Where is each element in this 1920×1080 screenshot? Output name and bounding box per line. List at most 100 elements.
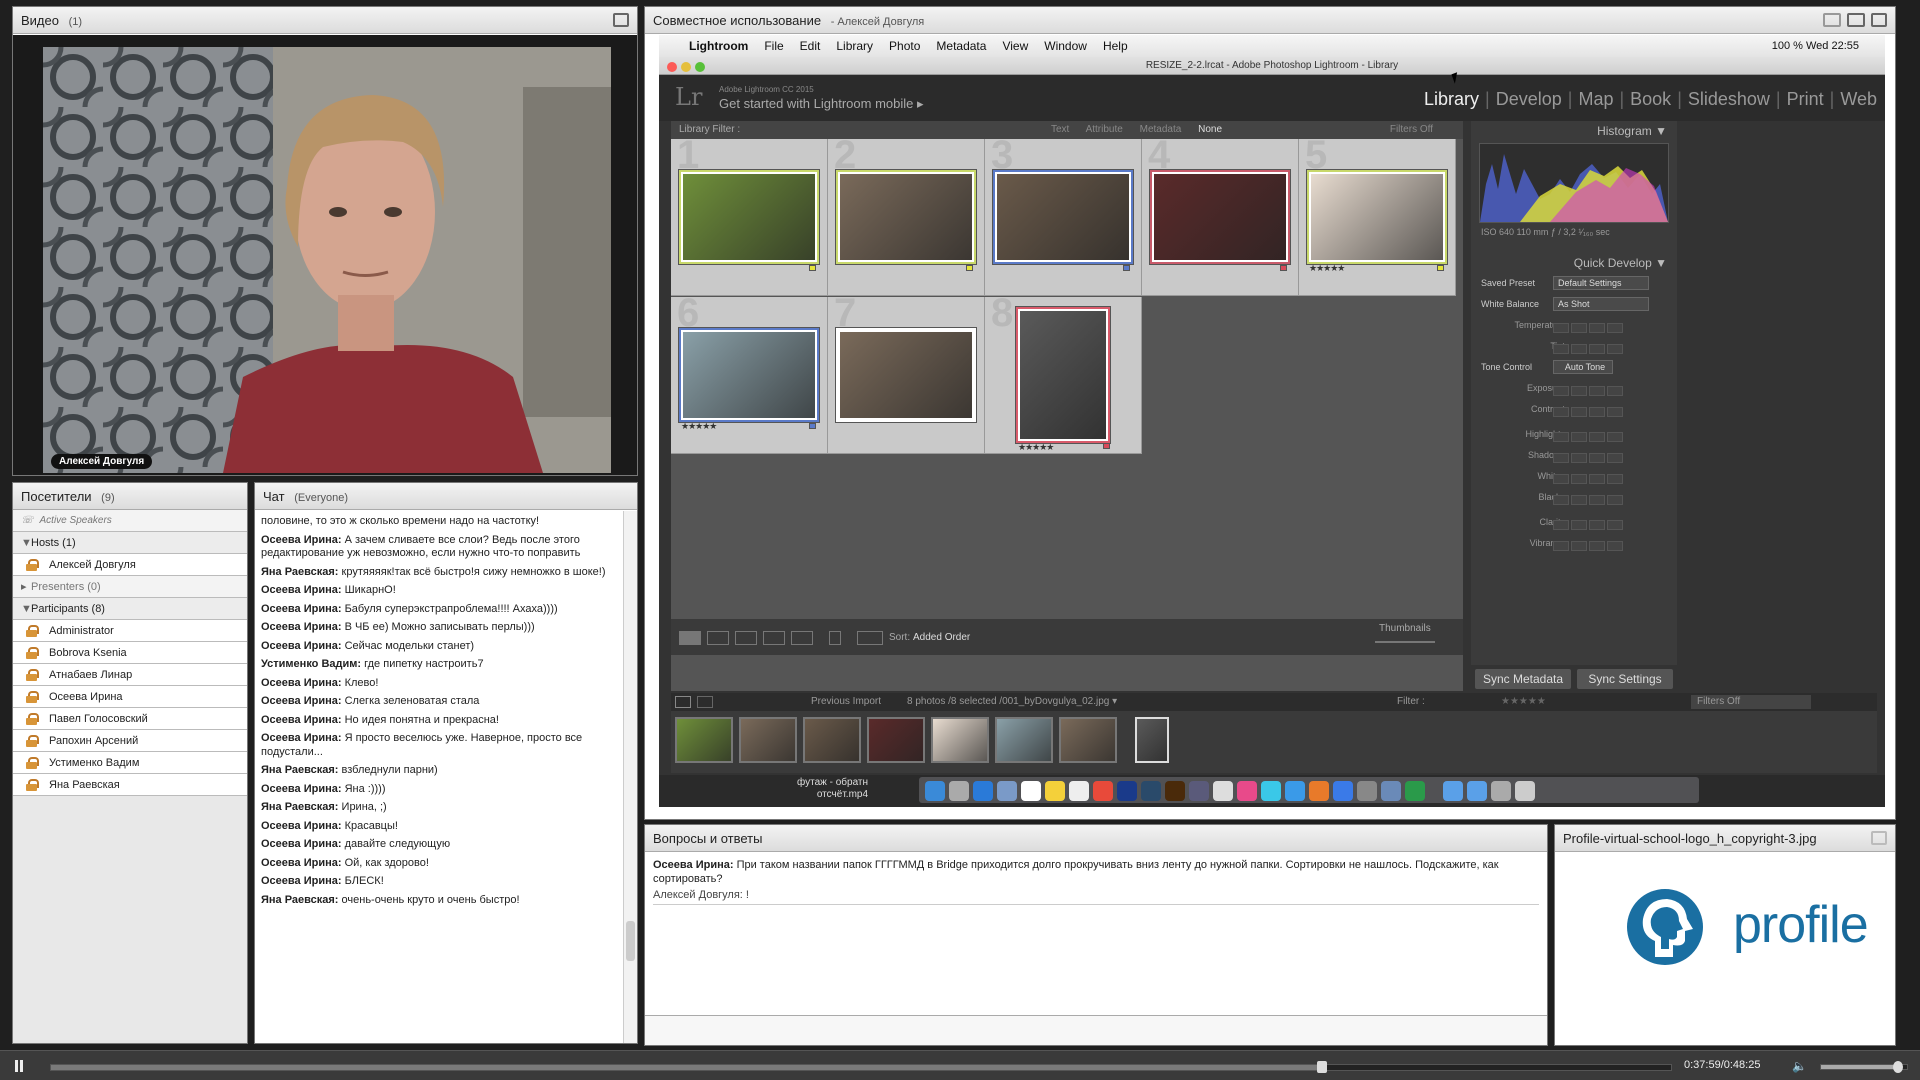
- grid-cell[interactable]: 4: [1142, 139, 1299, 296]
- module-map[interactable]: Map: [1578, 89, 1613, 109]
- participant-row[interactable]: Павел Голосовский: [13, 708, 247, 730]
- dock-folder-icon[interactable]: [1491, 781, 1511, 801]
- dock-app-icon[interactable]: [1213, 781, 1233, 801]
- sync-metadata-button[interactable]: Sync Metadata: [1475, 669, 1571, 689]
- quick-develop-header[interactable]: Quick Develop ▼: [1471, 253, 1677, 273]
- dock-app-icon[interactable]: [925, 781, 945, 801]
- filmstrip-thumbnail[interactable]: [1059, 717, 1117, 763]
- fullscreen-icon[interactable]: [613, 13, 629, 27]
- grid-view-icon[interactable]: [679, 631, 701, 645]
- qa-question[interactable]: Осеева Ирина: При таком названии папок Г…: [653, 858, 1539, 886]
- dock-app-icon[interactable]: [1093, 781, 1113, 801]
- close-dot-icon[interactable]: [667, 62, 677, 72]
- scroll-thumb[interactable]: [626, 921, 635, 961]
- progress-track[interactable]: [50, 1061, 1672, 1073]
- grid-cell[interactable]: 3: [985, 139, 1142, 296]
- sync-settings-button[interactable]: Sync Settings: [1577, 669, 1673, 689]
- filter-none[interactable]: None: [1198, 124, 1222, 135]
- dock-app-icon[interactable]: [1381, 781, 1401, 801]
- dock-app-icon[interactable]: [1261, 781, 1281, 801]
- presenters-section[interactable]: ▸ Presenters (0): [13, 576, 247, 598]
- tone-buttons[interactable]: [1553, 492, 1625, 513]
- module-develop[interactable]: Develop: [1496, 89, 1562, 109]
- dock-app-icon[interactable]: [1333, 781, 1353, 801]
- photo-thumbnail[interactable]: [1152, 172, 1288, 262]
- participant-row[interactable]: Яна Раевская: [13, 774, 247, 796]
- star-rating[interactable]: ★★★★★: [1309, 263, 1345, 274]
- photo-thumbnail[interactable]: [681, 172, 817, 262]
- filters-off[interactable]: Filters Off: [1390, 121, 1433, 139]
- progress-knob[interactable]: [1316, 1061, 1327, 1073]
- fullscreen-icon[interactable]: [1871, 831, 1887, 845]
- loupe-view-icon[interactable]: [707, 631, 729, 645]
- color-label-icon[interactable]: [1280, 265, 1287, 271]
- volume-knob[interactable]: [1893, 1061, 1904, 1073]
- photo-thumbnail[interactable]: [995, 172, 1131, 262]
- module-book[interactable]: Book: [1630, 89, 1671, 109]
- module-slideshow[interactable]: Slideshow: [1688, 89, 1770, 109]
- dock-app-icon[interactable]: [1117, 781, 1137, 801]
- tone-buttons[interactable]: [1553, 538, 1625, 559]
- menu-view[interactable]: View: [1002, 39, 1028, 53]
- film-star-filter[interactable]: ★★★★★: [1501, 693, 1546, 711]
- volume-icon[interactable]: 🔈: [1792, 1059, 1807, 1073]
- hosts-section[interactable]: ▼Hosts (1): [13, 532, 247, 554]
- dock-folder-icon[interactable]: [1467, 781, 1487, 801]
- grid-cell[interactable]: 7: [828, 297, 985, 454]
- star-rating[interactable]: ★★★★★: [1018, 442, 1054, 453]
- dock-app-icon[interactable]: [1045, 781, 1065, 801]
- participants-section[interactable]: ▼Participants (8): [13, 598, 247, 620]
- menu-file[interactable]: File: [764, 39, 783, 53]
- layout-icon[interactable]: [1847, 13, 1865, 27]
- color-label-icon[interactable]: [966, 265, 973, 271]
- filmstrip-thumbnail[interactable]: [803, 717, 861, 763]
- menu-library[interactable]: Library: [836, 39, 873, 53]
- lr-mobile-link[interactable]: Get started with Lightroom mobile ▸: [719, 96, 924, 112]
- dock-app-icon[interactable]: [1285, 781, 1305, 801]
- star-rating[interactable]: ★★★★★: [681, 421, 717, 432]
- thumbnail-size-slider[interactable]: [1375, 641, 1435, 643]
- grid-cell[interactable]: 6 ★★★★★: [671, 297, 828, 454]
- dock-app-icon[interactable]: [1141, 781, 1161, 801]
- module-library[interactable]: Library: [1424, 89, 1479, 109]
- tone-buttons[interactable]: [1553, 404, 1625, 425]
- sort-value[interactable]: Added Order: [913, 632, 970, 643]
- filmstrip-thumbnail[interactable]: [931, 717, 989, 763]
- chat-scope[interactable]: (Everyone): [294, 492, 348, 504]
- photo-thumbnail[interactable]: [838, 330, 974, 420]
- participant-row[interactable]: Атнабаев Линар: [13, 664, 247, 686]
- filter-metadata[interactable]: Metadata: [1140, 124, 1182, 135]
- menu-window[interactable]: Window: [1044, 39, 1087, 53]
- film-filters-off[interactable]: Filters Off: [1691, 695, 1811, 709]
- rotate-icon[interactable]: [857, 631, 883, 645]
- participant-row[interactable]: Осеева Ирина: [13, 686, 247, 708]
- participant-row[interactable]: Bobrova Ksenia: [13, 642, 247, 664]
- menu-edit[interactable]: Edit: [800, 39, 821, 53]
- color-label-icon[interactable]: [809, 423, 816, 429]
- fullscreen-icon[interactable]: [1871, 13, 1887, 27]
- filter-text[interactable]: Text: [1051, 124, 1069, 135]
- volume-track[interactable]: [1820, 1061, 1908, 1073]
- photo-thumbnail[interactable]: [681, 330, 817, 420]
- dock-folder-icon[interactable]: [1443, 781, 1463, 801]
- menu-metadata[interactable]: Metadata: [936, 39, 986, 53]
- color-label-icon[interactable]: [809, 265, 816, 271]
- color-label-icon[interactable]: [1123, 265, 1130, 271]
- dock-app-icon[interactable]: [1237, 781, 1257, 801]
- saved-preset-dropdown[interactable]: Default Settings: [1553, 276, 1649, 290]
- white-balance-dropdown[interactable]: As Shot: [1553, 297, 1649, 311]
- grid-cell[interactable]: 2: [828, 139, 985, 296]
- photo-thumbnail[interactable]: [1018, 309, 1108, 441]
- filmstrip-thumbnail[interactable]: [995, 717, 1053, 763]
- participant-row[interactable]: Устименко Вадим: [13, 752, 247, 774]
- filmstrip-thumbnail[interactable]: [675, 717, 733, 763]
- layout-alt-icon[interactable]: [1823, 13, 1841, 27]
- secondary-display-2[interactable]: [697, 696, 713, 708]
- participant-row[interactable]: Administrator: [13, 620, 247, 642]
- filmstrip-thumbnail[interactable]: [867, 717, 925, 763]
- dock-app-icon[interactable]: [1165, 781, 1185, 801]
- dock-app-icon[interactable]: [1405, 781, 1425, 801]
- minimize-dot-icon[interactable]: [681, 62, 691, 72]
- filter-attribute[interactable]: Attribute: [1086, 124, 1123, 135]
- pause-icon[interactable]: [14, 1060, 24, 1072]
